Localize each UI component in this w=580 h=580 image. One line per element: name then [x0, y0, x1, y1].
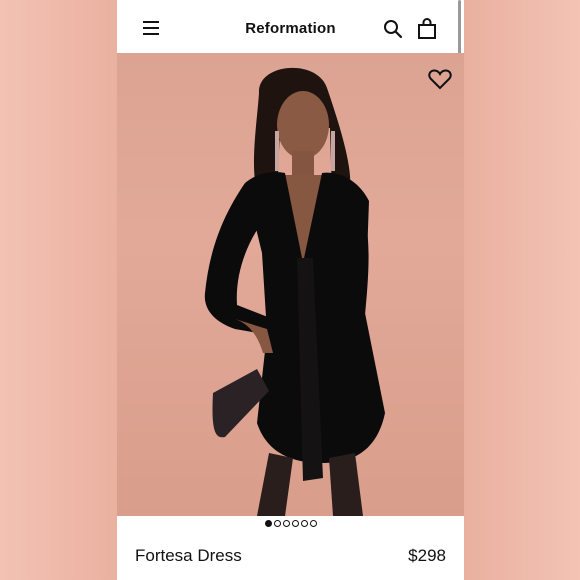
- top-navigation-bar: Reformation: [117, 3, 464, 53]
- pagination-dot[interactable]: [300, 520, 308, 527]
- image-pagination: [117, 520, 464, 527]
- product-price: $298: [408, 546, 446, 565]
- product-name: Fortesa Dress: [135, 546, 242, 565]
- heart-icon[interactable]: [428, 68, 452, 90]
- brand-logo[interactable]: Reformation: [117, 20, 464, 37]
- phone-screen: Reformation Fortesa Dress $298: [117, 0, 464, 580]
- pagination-dot[interactable]: [273, 520, 281, 527]
- model-photo: [204, 67, 385, 516]
- pagination-dot[interactable]: [291, 520, 299, 527]
- product-image[interactable]: [117, 53, 464, 516]
- pagination-dot[interactable]: [282, 520, 290, 527]
- backdrop-left: [0, 0, 117, 580]
- pagination-dot[interactable]: [309, 520, 317, 527]
- pagination-dot-active[interactable]: [264, 520, 272, 527]
- shopping-bag-icon[interactable]: [417, 18, 437, 40]
- search-icon[interactable]: [383, 19, 403, 39]
- backdrop-right: [464, 0, 580, 580]
